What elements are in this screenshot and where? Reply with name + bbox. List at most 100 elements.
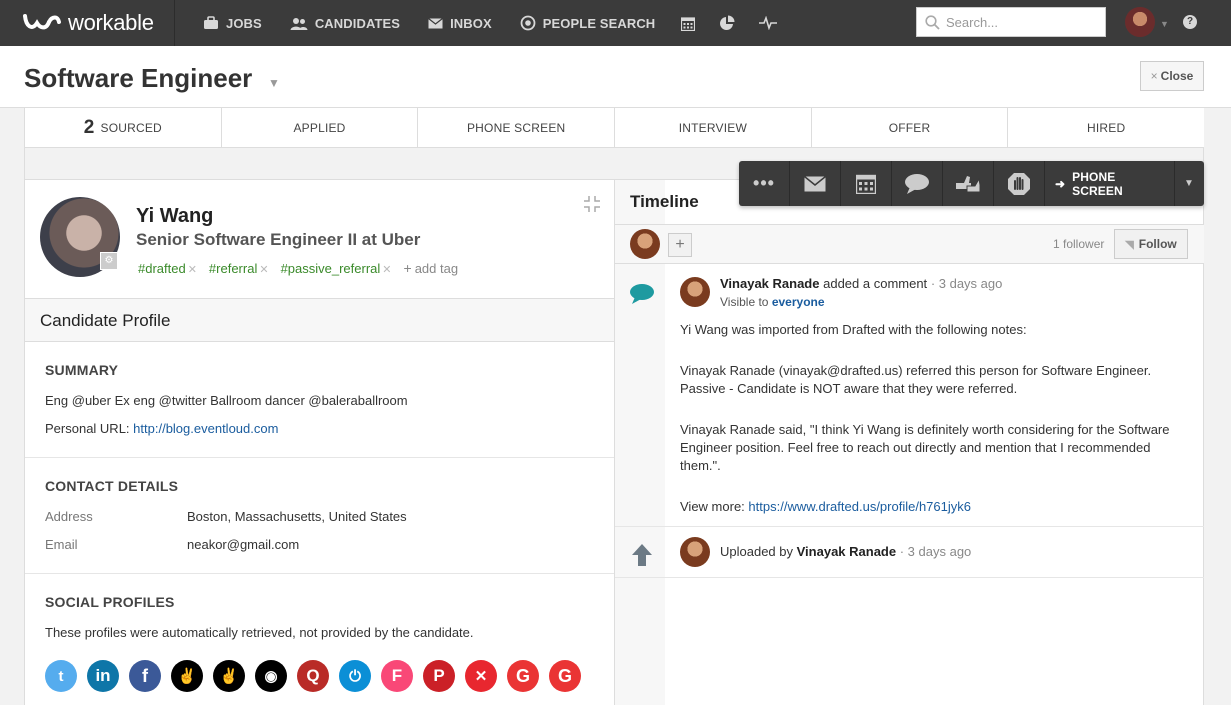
angellist-icon[interactable]: ✌ — [213, 660, 245, 692]
email-value[interactable]: neakor@gmail.com — [187, 537, 299, 552]
personal-url-link[interactable]: http://blog.eventloud.com — [133, 421, 278, 436]
tag-list: #drafted ✕ #referral ✕ #passive_referral ✕ … — [138, 260, 458, 276]
disqualify-button[interactable] — [994, 161, 1045, 206]
nav-reports[interactable] — [707, 0, 747, 46]
social-profiles: t in f ✌ ✌ ◉ Q ⏻ F P ✕ G G — [45, 660, 591, 692]
comment-action: added a comment — [823, 276, 928, 291]
foursquare-icon[interactable]: F — [381, 660, 413, 692]
tag-label: #drafted — [138, 260, 186, 276]
briefcase-icon — [203, 16, 219, 30]
uploader-avatar[interactable] — [680, 537, 710, 567]
contact-title: CONTACT DETAILS — [45, 478, 179, 494]
user-avatar[interactable] — [1125, 7, 1155, 37]
stage-hired[interactable]: HIRED — [1008, 108, 1204, 147]
stage-label: PHONE SCREEN — [466, 120, 566, 135]
twitter-icon[interactable]: t — [45, 660, 77, 692]
nav-people-search-label: PEOPLE SEARCH — [542, 15, 656, 31]
angellist-icon[interactable]: ✌ — [171, 660, 203, 692]
email-label: Email — [45, 537, 78, 552]
profile-title: Candidate Profile — [40, 311, 171, 330]
candidate-action-toolbar: ••• ➜ PHONE SCREEN ▼ — [739, 161, 1204, 206]
add-comment-button[interactable] — [892, 161, 943, 206]
upload-meta: Uploaded by Vinayak Ranade · 3 days ago — [720, 544, 971, 559]
visibility-value[interactable]: everyone — [772, 295, 825, 309]
nav-jobs[interactable]: JOBS — [189, 0, 276, 46]
rss-icon: ◥ — [1125, 238, 1134, 251]
comment-meta: Vinayak Ranade added a comment · 3 days … — [720, 276, 1002, 291]
commenter-avatar[interactable] — [680, 277, 710, 307]
stage-interview[interactable]: INTERVIEW — [615, 108, 812, 147]
close-icon: × — [1150, 69, 1158, 83]
view-more-link[interactable]: https://www.drafted.us/profile/h761jyk6 — [748, 499, 971, 514]
job-title[interactable]: Software Engineer — [24, 63, 252, 94]
follow-button[interactable]: ◥ Follow — [1114, 229, 1188, 259]
xing-icon[interactable]: ✕ — [465, 660, 497, 692]
nav-jobs-label: JOBS — [226, 15, 262, 31]
stage-dropdown-button[interactable]: ▼ — [1175, 161, 1203, 206]
view-more-label: View more: — [680, 499, 745, 514]
move-to-stage-button[interactable]: ➜ PHONE SCREEN — [1045, 161, 1175, 206]
tag[interactable]: #passive_referral ✕ — [281, 261, 392, 276]
social-note: These profiles were automatically retrie… — [45, 625, 474, 640]
stage-sourced[interactable]: 2 SOURCED — [24, 108, 222, 147]
remove-tag-icon[interactable]: ✕ — [382, 264, 391, 276]
stage-count: 2 — [83, 116, 95, 138]
nav-inbox-label: INBOX — [450, 15, 492, 31]
search-icon — [925, 14, 940, 30]
facebook-icon[interactable]: f — [129, 660, 161, 692]
comment-author[interactable]: Vinayak Ranade — [720, 276, 819, 291]
upload-author[interactable]: Vinayak Ranade — [797, 544, 896, 559]
social-title: SOCIAL PROFILES — [45, 594, 175, 610]
stage-applied[interactable]: APPLIED — [222, 108, 419, 147]
google-icon[interactable]: G — [507, 660, 539, 692]
envelope-icon — [804, 175, 826, 191]
add-follower-button[interactable]: + — [668, 233, 692, 257]
google-icon[interactable]: G — [549, 660, 581, 692]
nav-activity[interactable] — [747, 0, 789, 46]
close-button[interactable]: × Close — [1140, 61, 1204, 91]
comment-icon — [905, 173, 929, 194]
address-value: Boston, Massachusetts, United States — [187, 509, 407, 524]
follower-count[interactable]: 1 follower — [1053, 237, 1104, 251]
help-icon[interactable]: ? — [1183, 15, 1197, 29]
linkedin-icon[interactable]: in — [87, 660, 119, 692]
follower-avatar[interactable] — [630, 229, 660, 259]
nav-calendar[interactable] — [669, 0, 707, 46]
stage-offer[interactable]: OFFER — [812, 108, 1009, 147]
more-actions-button[interactable]: ••• — [739, 161, 790, 206]
remove-tag-icon[interactable]: ✕ — [259, 264, 268, 276]
stage-phone-screen[interactable]: PHONE SCREEN — [418, 108, 616, 147]
personal-url-label: Personal URL: — [45, 421, 130, 436]
evaluate-button[interactable] — [943, 161, 994, 206]
quora-icon[interactable]: Q — [297, 660, 329, 692]
workable-logo[interactable]: workable — [0, 0, 175, 46]
schedule-event-button[interactable] — [841, 161, 892, 206]
nav-candidates[interactable]: CANDIDATES — [276, 0, 414, 46]
search-input[interactable] — [946, 14, 1096, 30]
nav-inbox[interactable]: INBOX — [414, 0, 506, 46]
add-tag-button[interactable]: + add tag — [404, 260, 459, 276]
stage-label: APPLIED — [293, 120, 346, 135]
plus-icon: + — [403, 260, 412, 276]
power-icon[interactable]: ⏻ — [339, 660, 371, 692]
search-box[interactable] — [916, 7, 1106, 37]
collapse-icon[interactable] — [583, 195, 601, 213]
send-email-button[interactable] — [790, 161, 841, 206]
add-tag-label: add tag — [414, 261, 459, 276]
pinterest-icon[interactable]: P — [423, 660, 455, 692]
upload-arrow-icon — [632, 544, 652, 566]
remove-tag-icon[interactable]: ✕ — [188, 264, 197, 276]
chevron-down-icon[interactable]: ▼ — [268, 76, 280, 90]
arrow-right-icon: ➜ — [1055, 176, 1066, 191]
nav-people-search[interactable]: PEOPLE SEARCH — [506, 0, 670, 46]
top-navbar: workable JOBS CANDIDATES INBOX PEOPLE SE… — [0, 0, 1231, 46]
github-icon[interactable]: ◉ — [255, 660, 287, 692]
chevron-down-icon[interactable]: ▼ — [1160, 19, 1169, 29]
tag-label: #passive_referral — [280, 260, 381, 276]
stage-label: SOURCED — [100, 120, 162, 135]
workable-logo-icon — [23, 14, 61, 30]
chevron-down-icon: ▼ — [1184, 178, 1194, 189]
tag[interactable]: #drafted ✕ — [138, 261, 197, 276]
calendar-icon — [856, 174, 876, 194]
tag[interactable]: #referral ✕ — [209, 261, 269, 276]
